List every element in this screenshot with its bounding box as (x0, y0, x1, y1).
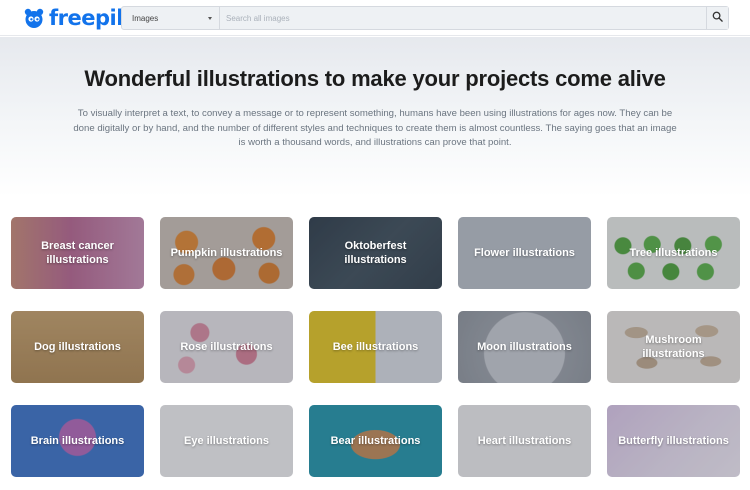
search-input[interactable] (220, 7, 706, 29)
category-label: Pumpkin illustrations (170, 247, 283, 259)
category-label: Dog illustrations (34, 341, 121, 353)
category-card-moon[interactable]: Moon illustrations (458, 311, 591, 383)
category-label: Moon illustrations (477, 341, 572, 353)
category-card-pumpkin[interactable]: Pumpkin illustrations (160, 217, 293, 289)
search-category-label: Images (132, 13, 159, 23)
category-card-breast-cancer[interactable]: Breast cancer illustrations (11, 217, 144, 289)
category-card-mushroom[interactable]: Mushroom illustrations (607, 311, 740, 383)
category-label: Mushroom illustrations (642, 334, 705, 360)
freepik-logo[interactable]: freepik (22, 5, 130, 31)
chevron-down-icon (208, 16, 212, 20)
category-label: Butterfly illustrations (618, 435, 729, 447)
magnifier-icon (712, 9, 723, 27)
category-card-rose[interactable]: Rose illustrations (160, 311, 293, 383)
category-label: Eye illustrations (184, 435, 269, 447)
category-card-oktoberfest[interactable]: Oktoberfest illustrations (309, 217, 442, 289)
category-label: Bee illustrations (332, 341, 419, 353)
search-button[interactable] (706, 7, 728, 29)
page-description: To visually interpret a text, to convey … (73, 108, 677, 148)
category-grid: Breast cancer illustrations Pumpkin illu… (11, 217, 740, 477)
category-card-heart[interactable]: Heart illustrations (458, 405, 591, 477)
category-card-bee[interactable]: Bee illustrations (309, 311, 442, 383)
category-card-flower[interactable]: Flower illustrations (458, 217, 591, 289)
page-title: Wonderful illustrations to make your pro… (84, 66, 666, 91)
category-card-tree[interactable]: Tree illustrations (607, 217, 740, 289)
category-label: Bear illustrations (330, 435, 421, 447)
category-label: Flower illustrations (474, 247, 575, 259)
category-label: Oktoberfest illustrations (344, 240, 407, 266)
category-card-butterfly[interactable]: Butterfly illustrations (607, 405, 740, 477)
category-label: Brain illustrations (30, 435, 125, 447)
category-label: Breast cancer illustrations (41, 240, 114, 266)
category-card-dog[interactable]: Dog illustrations (11, 311, 144, 383)
category-label: Rose illustrations (180, 341, 273, 353)
category-card-brain[interactable]: Brain illustrations (11, 405, 144, 477)
freepik-mascot-icon (22, 6, 46, 30)
category-label: Heart illustrations (477, 435, 572, 447)
top-bar: freepik Images (0, 0, 750, 36)
category-label: Tree illustrations (629, 247, 718, 259)
search-category-select[interactable]: Images (122, 7, 220, 29)
category-card-eye[interactable]: Eye illustrations (160, 405, 293, 477)
search-bar: Images (121, 6, 729, 30)
logo-text: freepik (49, 6, 130, 30)
category-card-bear[interactable]: Bear illustrations (309, 405, 442, 477)
